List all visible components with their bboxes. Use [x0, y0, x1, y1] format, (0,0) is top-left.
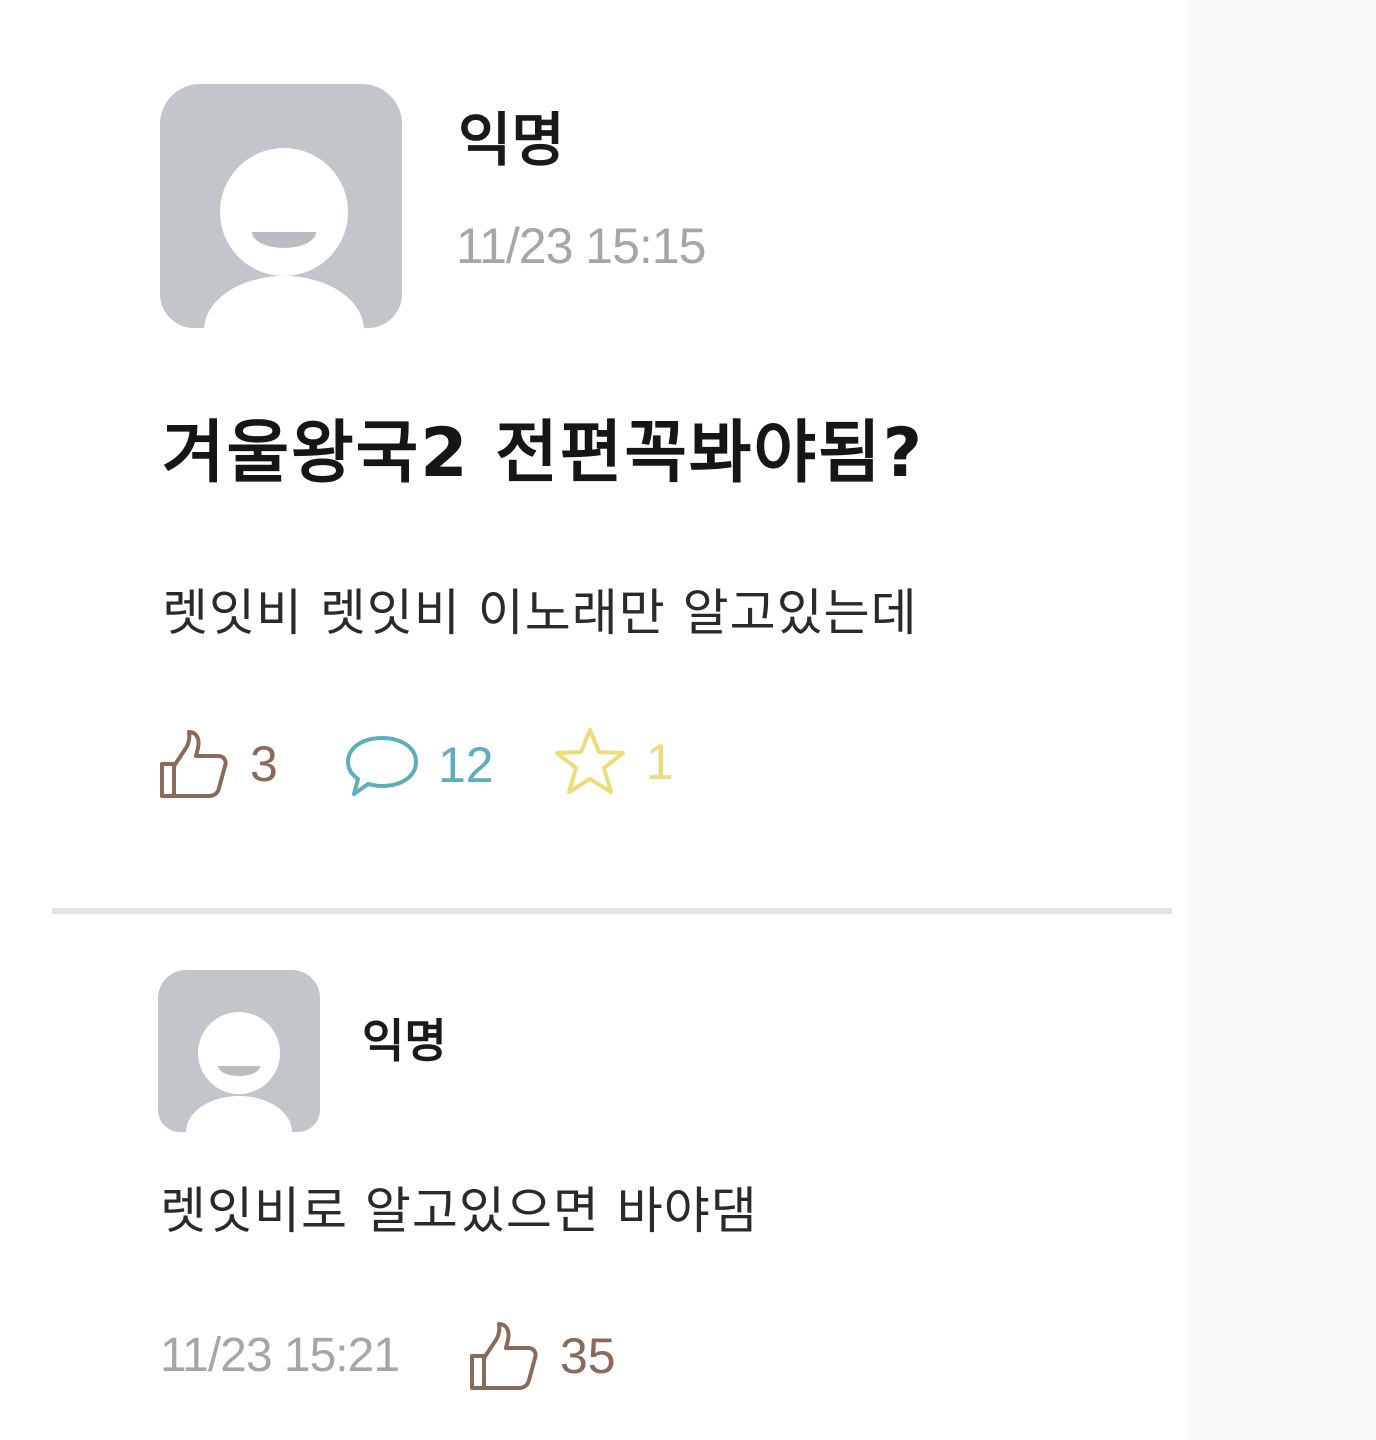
post-timestamp: 11/23 15:15: [456, 218, 706, 274]
post-body: 렛잇비 렛잇비 이노래만 알고있는데: [162, 584, 918, 642]
post-comment-count: 12: [438, 737, 494, 793]
background-strip: [1186, 0, 1376, 1440]
post-author-name: 익명: [458, 106, 565, 174]
avatar-head: [198, 1012, 280, 1094]
comment-author-avatar: [158, 970, 320, 1132]
post-author-avatar: [160, 84, 402, 328]
divider: [52, 908, 1172, 914]
comment-like-count: 35: [560, 1328, 616, 1384]
speech-bubble-icon: [346, 736, 418, 796]
comment-body: 렛잇비로 알고있으면 바야댐: [160, 1182, 758, 1240]
post-scrap-count: 1: [646, 734, 674, 790]
avatar-body: [186, 1096, 292, 1132]
comment-like-button[interactable]: 35: [466, 1318, 616, 1394]
comment-author-name: 익명: [362, 1014, 447, 1068]
post-card: 익명 11/23 15:15 겨울왕국2 전편꼭봐야됨? 렛잇비 렛잇비 이노래…: [0, 0, 1186, 1440]
avatar-head: [220, 148, 348, 276]
page: 익명 11/23 15:15 겨울왕국2 전편꼭봐야됨? 렛잇비 렛잇비 이노래…: [0, 0, 1376, 1440]
thumbs-up-icon: [470, 1322, 538, 1390]
post-scrap-button[interactable]: 1: [552, 724, 674, 800]
star-icon: [555, 728, 625, 794]
post-title: 겨울왕국2 전편꼭봐야됨?: [162, 414, 925, 493]
post-comment-button[interactable]: 12: [344, 732, 494, 798]
comment-timestamp: 11/23 15:21: [160, 1329, 400, 1382]
avatar-body: [204, 276, 364, 328]
thumbs-up-icon: [160, 730, 228, 798]
post-like-count: 3: [250, 736, 278, 792]
post-like-button[interactable]: 3: [156, 726, 278, 802]
